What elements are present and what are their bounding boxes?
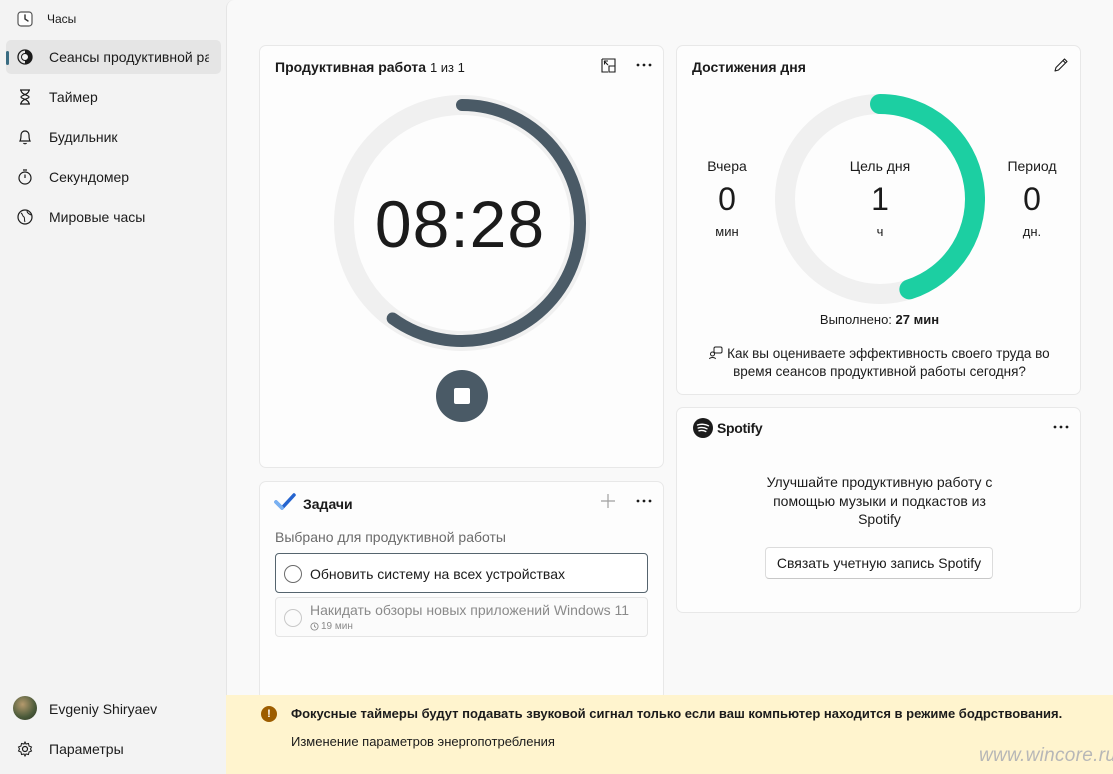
task-checkbox[interactable] — [284, 609, 302, 627]
globe-icon — [17, 209, 33, 225]
link-spotify-button[interactable]: Связать учетную запись Spotify — [765, 547, 993, 579]
yesterday-label: Вчера — [707, 158, 747, 174]
pencil-icon — [1054, 58, 1068, 72]
hourglass-icon — [20, 89, 30, 105]
tasks-card-title: Задачи — [303, 496, 353, 512]
spotify-text-line-2: помощью музыки и подкастов из — [773, 492, 986, 509]
sidebar-item-timer[interactable]: Таймер — [6, 80, 221, 114]
compact-mode-button[interactable] — [596, 55, 620, 75]
more-options-button[interactable] — [632, 55, 656, 75]
focus-title-text: Продуктивная работа — [275, 59, 427, 75]
spotify-text-line-3: Spotify — [858, 511, 901, 527]
feedback-line-2: время сеансов продуктивной работы сегодн… — [733, 364, 1026, 379]
task-item-selected[interactable]: Обновить систему на всех устройствах — [275, 553, 648, 593]
streak-label: Период — [1007, 158, 1057, 174]
focus-timer-card: Продуктивная работа 1 из 1 08:28 — [259, 45, 664, 468]
tasks-more-button[interactable] — [632, 491, 656, 511]
focus-sessions-icon — [17, 49, 33, 65]
power-settings-link[interactable]: Изменение параметров энергопотребления — [291, 734, 555, 749]
sidebar-item-label: Мировые часы — [49, 209, 146, 225]
focus-card-title: Продуктивная работа 1 из 1 — [275, 59, 465, 75]
app-title: Часы — [47, 12, 77, 26]
session-count: 1 из 1 — [429, 60, 465, 75]
spotify-more-button[interactable] — [1049, 417, 1073, 437]
selection-indicator — [6, 51, 9, 65]
feedback-line-1: Как вы оцениваете эффективность своего т… — [727, 346, 1050, 361]
more-icon — [636, 63, 652, 67]
yesterday-value: 0 — [718, 181, 736, 217]
warning-icon: ! — [261, 706, 277, 722]
sidebar-item-label: Будильник — [49, 129, 118, 145]
achievements-title: Достижения дня — [692, 59, 806, 75]
sidebar-item-label: Сеансы продуктивной работы — [49, 49, 209, 65]
banner-message: Фокусные таймеры будут подавать звуковой… — [291, 706, 1063, 721]
timer-countdown: 08:28 — [374, 187, 546, 261]
watermark: www.wincore.ru — [979, 745, 1113, 766]
todo-icon — [274, 493, 296, 510]
daily-goal-value: 1 — [871, 181, 889, 217]
daily-goal-unit: ч — [876, 224, 884, 239]
sidebar-item-label: Параметры — [49, 741, 124, 757]
daily-goal-label: Цель дня — [849, 158, 911, 174]
sidebar-item-stopwatch[interactable]: Секундомер — [6, 160, 221, 194]
sidebar-item-world-clock[interactable]: Мировые часы — [6, 200, 221, 234]
spotify-text-line-1: Улучшайте продуктивную работу с — [766, 474, 993, 490]
more-icon — [1053, 425, 1069, 429]
daily-progress-card: Достижения дня Вчера 0 мин Цель дня 1 ч … — [676, 45, 1081, 395]
completed-text: Выполнено: 27 мин — [677, 312, 1082, 327]
completed-value: 27 мин — [895, 312, 940, 327]
compact-overlay-icon — [600, 57, 616, 73]
stop-icon — [454, 388, 470, 404]
spotify-promo-text: Улучшайте продуктивную работу с помощью … — [677, 473, 1082, 529]
sidebar-item-label: Таймер — [49, 89, 98, 105]
task-duration: 19 мин — [321, 621, 353, 632]
plus-icon — [601, 494, 615, 508]
more-icon — [636, 499, 652, 503]
sidebar-item-label: Секундомер — [49, 169, 130, 185]
sidebar: Сеансы продуктивной работы Таймер Будиль… — [0, 36, 226, 774]
feedback-prompt[interactable]: Как вы оцениваете эффективность своего т… — [677, 345, 1082, 381]
streak-value: 0 — [1023, 181, 1041, 217]
spotify-card: Spotify Улучшайте продуктивную работу с … — [676, 407, 1081, 613]
edit-goal-button[interactable] — [1049, 55, 1073, 75]
task-item[interactable]: Накидать обзоры новых приложений Windows… — [275, 597, 648, 637]
spotify-logo-icon — [693, 418, 713, 438]
sidebar-item-alarm[interactable]: Будильник — [6, 120, 221, 154]
main-content: Продуктивная работа 1 из 1 08:28 Задачи … — [226, 0, 1113, 774]
sidebar-item-settings[interactable]: Параметры — [6, 732, 221, 766]
tasks-card: Задачи Выбрано для продуктивной работы О… — [259, 481, 664, 701]
feedback-icon — [709, 346, 723, 360]
task-checkbox[interactable] — [284, 565, 302, 583]
task-label: Обновить систему на всех устройствах — [310, 566, 565, 582]
add-task-button[interactable] — [596, 491, 620, 511]
yesterday-unit: мин — [715, 224, 739, 239]
completed-label: Выполнено: — [819, 312, 892, 327]
bell-icon — [19, 130, 31, 145]
spotify-brand: Spotify — [717, 420, 763, 436]
avatar[interactable] — [13, 696, 37, 720]
tasks-subtitle: Выбрано для продуктивной работы — [275, 529, 506, 545]
sidebar-item-focus-sessions[interactable]: Сеансы продуктивной работы — [6, 40, 221, 74]
clock-small-icon — [310, 622, 319, 631]
gear-icon — [17, 740, 33, 758]
task-label: Накидать обзоры новых приложений Windows… — [310, 602, 630, 618]
user-name[interactable]: Evgeniy Shiryaev — [49, 701, 157, 717]
stop-button[interactable] — [436, 370, 488, 422]
streak-unit: дн. — [1022, 224, 1042, 239]
stopwatch-icon — [18, 169, 32, 185]
clock-app-icon — [17, 11, 33, 27]
